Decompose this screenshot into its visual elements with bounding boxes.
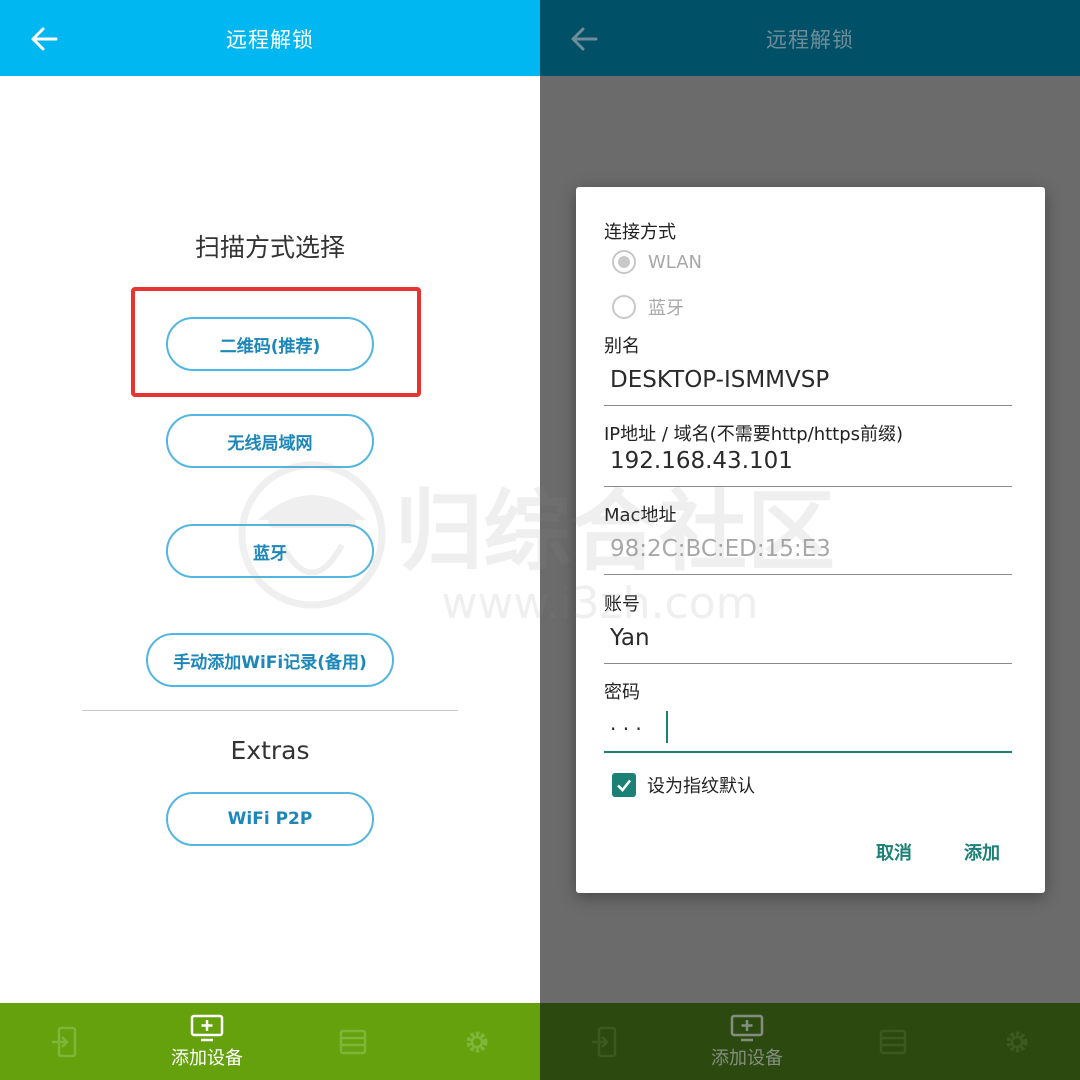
divider: [82, 710, 458, 711]
add-button[interactable]: 添加: [964, 839, 1000, 865]
password-value: · · ·: [610, 717, 642, 741]
manual-wifi-button[interactable]: 手动添加WiFi记录(备用): [146, 633, 394, 687]
login-icon: [52, 1026, 77, 1057]
app-bar-dimmed: 远程解锁: [540, 0, 1080, 76]
alias-label: 别名: [604, 336, 640, 357]
login-icon: [592, 1026, 617, 1057]
radio-checked-icon: [612, 250, 636, 274]
gear-icon: [1006, 1031, 1028, 1052]
fingerprint-default-checkbox[interactable]: 设为指纹默认: [612, 772, 755, 798]
radio-bluetooth-label: 蓝牙: [648, 298, 684, 319]
nav-add-device[interactable]: 添加设备: [690, 1003, 804, 1080]
app-title: 远程解锁: [226, 28, 314, 52]
radio-wlan-label: WLAN: [648, 251, 703, 273]
nav-add-device[interactable]: 添加设备: [150, 1003, 264, 1080]
radio-wlan[interactable]: WLAN: [612, 250, 702, 274]
add-device-dialog: 连接方式 WLAN 蓝牙 别名 DESKTOP-ISMMVSP IP地址 / 域…: [576, 187, 1045, 893]
nav-settings[interactable]: [442, 1003, 512, 1080]
add-device-icon: [730, 1014, 764, 1041]
qr-code-button[interactable]: 二维码(推荐): [166, 317, 374, 371]
account-label: 账号: [604, 594, 640, 615]
fingerprint-default-label: 设为指纹默认: [647, 776, 755, 797]
mac-value: 98:2C:BC:ED:15:E3: [610, 536, 831, 562]
bottom-nav: 添加设备: [0, 1003, 540, 1080]
text-caret: [666, 711, 668, 743]
radio-unchecked-icon: [612, 295, 636, 319]
cancel-button[interactable]: 取消: [876, 839, 912, 865]
app-title: 远程解锁: [766, 28, 854, 52]
nav-add-device-label: 添加设备: [711, 1047, 783, 1069]
scan-method-screen: 远程解锁 扫描方式选择 二维码(推荐) 无线局域网 蓝牙 手动添加WiFi记录(…: [0, 0, 540, 1080]
list-icon: [879, 1029, 907, 1054]
wireless-lan-button[interactable]: 无线局域网: [166, 414, 374, 468]
list-icon: [339, 1029, 367, 1054]
nav-settings[interactable]: [982, 1003, 1052, 1080]
app-bar: 远程解锁: [0, 0, 540, 76]
add-device-dialog-screen: 远程解锁 连接方式 WLAN 蓝牙 别名 DESKTOP-ISMMVSP IP地…: [540, 0, 1080, 1080]
alias-input[interactable]: DESKTOP-ISMMVSP: [604, 360, 1012, 406]
radio-bluetooth[interactable]: 蓝牙: [612, 294, 684, 320]
add-device-icon: [190, 1014, 224, 1041]
connection-method-label: 连接方式: [604, 222, 676, 243]
bottom-nav-dimmed: 添加设备: [540, 1003, 1080, 1080]
ip-value: 192.168.43.101: [610, 448, 793, 474]
password-label: 密码: [604, 682, 640, 703]
mac-input: 98:2C:BC:ED:15:E3: [604, 529, 1012, 575]
nav-list[interactable]: [318, 1003, 388, 1080]
extras-title: Extras: [230, 736, 310, 765]
gear-icon: [466, 1031, 488, 1052]
checkmark-icon: [612, 773, 636, 797]
account-input[interactable]: Yan: [604, 618, 1012, 664]
ip-input[interactable]: 192.168.43.101: [604, 441, 1012, 487]
nav-unlock[interactable]: [570, 1003, 640, 1080]
wifi-p2p-button[interactable]: WiFi P2P: [166, 792, 374, 846]
nav-list[interactable]: [858, 1003, 928, 1080]
scan-method-title: 扫描方式选择: [194, 233, 345, 262]
bluetooth-button[interactable]: 蓝牙: [166, 524, 374, 578]
account-value: Yan: [610, 625, 650, 651]
nav-add-device-label: 添加设备: [171, 1047, 243, 1069]
alias-value: DESKTOP-ISMMVSP: [610, 367, 830, 393]
mac-label: Mac地址: [604, 505, 677, 526]
password-input[interactable]: · · ·: [604, 707, 1012, 753]
nav-unlock[interactable]: [30, 1003, 100, 1080]
